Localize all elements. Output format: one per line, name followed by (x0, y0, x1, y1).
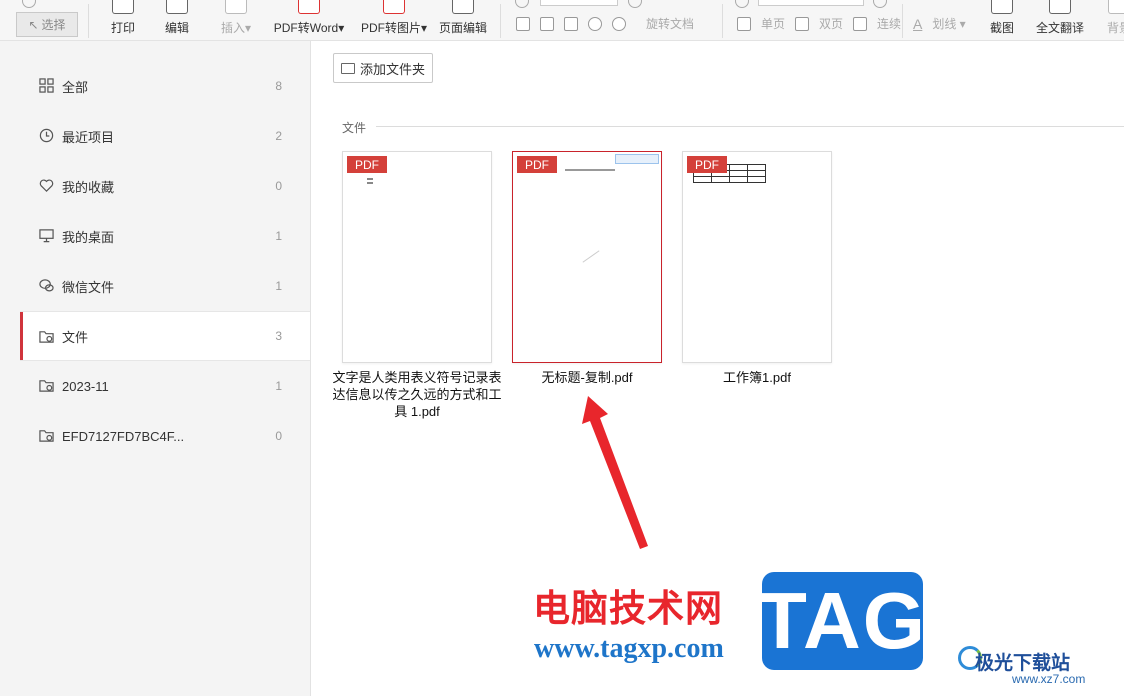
watermark-url: www.tagxp.com (534, 633, 724, 664)
watermark-site-name: 电脑技术网 (533, 586, 723, 630)
watermark-jiguang: 极光下载站 (975, 653, 1071, 674)
watermark-xz-url: www.xz7.com (1012, 672, 1086, 686)
watermark-tag-logo: TAG (758, 572, 925, 670)
